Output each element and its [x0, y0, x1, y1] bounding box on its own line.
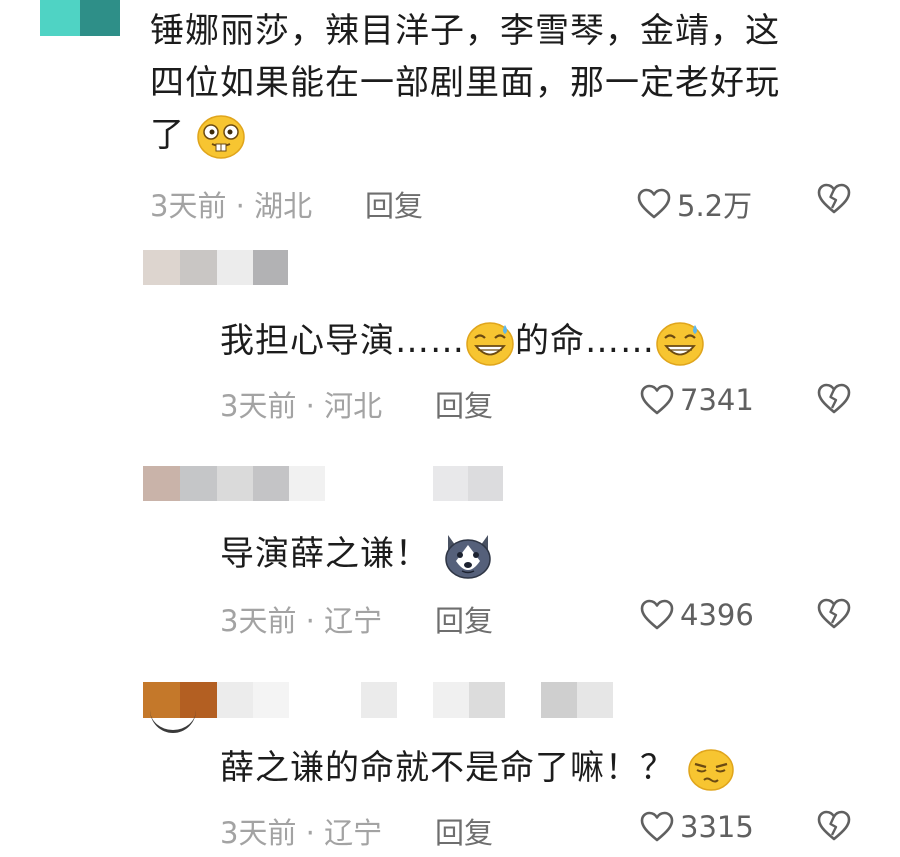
reply-button[interactable]: 回复 [365, 183, 423, 225]
comment-meta: 3天前 · 辽宁 [220, 810, 382, 852]
broken-heart-icon[interactable] [817, 383, 851, 415]
comment-text: 薛之谦的命就不是命了嘛！？ [220, 742, 735, 794]
comment-line: 了 [150, 109, 780, 161]
reply-button[interactable]: 回复 [435, 383, 493, 425]
heart-outline-icon [640, 811, 674, 842]
sweat-grin-emoji [466, 321, 514, 366]
heart-outline-icon [640, 384, 674, 415]
comment-line: 四位如果能在一部剧里面，那一定老好玩 [150, 63, 780, 103]
comment-text: 我担心导演…… 的命…… [220, 315, 705, 367]
comment-location: 湖北 [254, 189, 313, 223]
reply-button[interactable]: 回复 [435, 598, 493, 640]
comment-time: 3天前 [220, 604, 297, 638]
comment-location: 辽宁 [324, 816, 383, 850]
like-button[interactable]: 4396 [640, 598, 754, 632]
censored-username[interactable] [143, 682, 613, 718]
comment-text-part: 我担心导演…… [220, 321, 465, 361]
like-button[interactable]: 5.2万 [637, 183, 752, 225]
censored-username[interactable] [143, 250, 288, 285]
comment-meta: 3天前 · 湖北 [150, 183, 312, 225]
like-count: 3315 [680, 810, 754, 844]
comment-line: 锤娜丽莎，辣目洋子，李雪琴，金靖，这 [150, 11, 780, 51]
censored-username[interactable] [143, 466, 503, 501]
comment-text-part: 薛之谦的命就不是命了嘛！？ [220, 748, 675, 788]
comment-text: 导演薛之谦！ [220, 528, 494, 581]
squint-face-emoji [688, 748, 734, 791]
like-count: 7341 [680, 383, 754, 417]
broken-heart-icon[interactable] [817, 810, 851, 842]
heart-outline-icon [637, 188, 671, 219]
husky-dog-emoji [445, 534, 491, 579]
meta-separator: · [305, 604, 315, 638]
comment-meta: 3天前 · 辽宁 [220, 598, 382, 640]
comment-text-part: 导演薛之谦！ [220, 534, 430, 574]
reply-button[interactable]: 回复 [435, 810, 493, 852]
heart-outline-icon [640, 599, 674, 630]
comment-time: 3天前 [220, 389, 297, 423]
like-count: 5.2万 [677, 189, 753, 223]
comment-location: 河北 [324, 389, 383, 423]
like-button[interactable]: 3315 [640, 810, 754, 844]
comment-text-part: 的命…… [515, 321, 655, 361]
comment-location: 辽宁 [324, 604, 383, 638]
comment-time: 3天前 [220, 816, 297, 850]
meta-separator: · [305, 816, 315, 850]
like-button[interactable]: 7341 [640, 383, 754, 417]
broken-heart-icon[interactable] [817, 598, 851, 630]
comment-meta: 3天前 · 河北 [220, 383, 382, 425]
like-count: 4396 [680, 598, 754, 632]
meta-separator: · [235, 189, 245, 223]
comment-time: 3天前 [150, 189, 227, 223]
censored-avatar[interactable] [40, 0, 120, 36]
broken-heart-icon[interactable] [817, 183, 851, 215]
meta-separator: · [305, 389, 315, 423]
buck-teeth-emoji [197, 114, 245, 159]
comment-text: 锤娜丽莎，辣目洋子，李雪琴，金靖，这 四位如果能在一部剧里面，那一定老好玩 了 [150, 5, 780, 161]
comment-line-text: 了 [150, 115, 185, 155]
avatar-edge [150, 702, 196, 733]
sweat-grin-emoji [656, 321, 704, 366]
